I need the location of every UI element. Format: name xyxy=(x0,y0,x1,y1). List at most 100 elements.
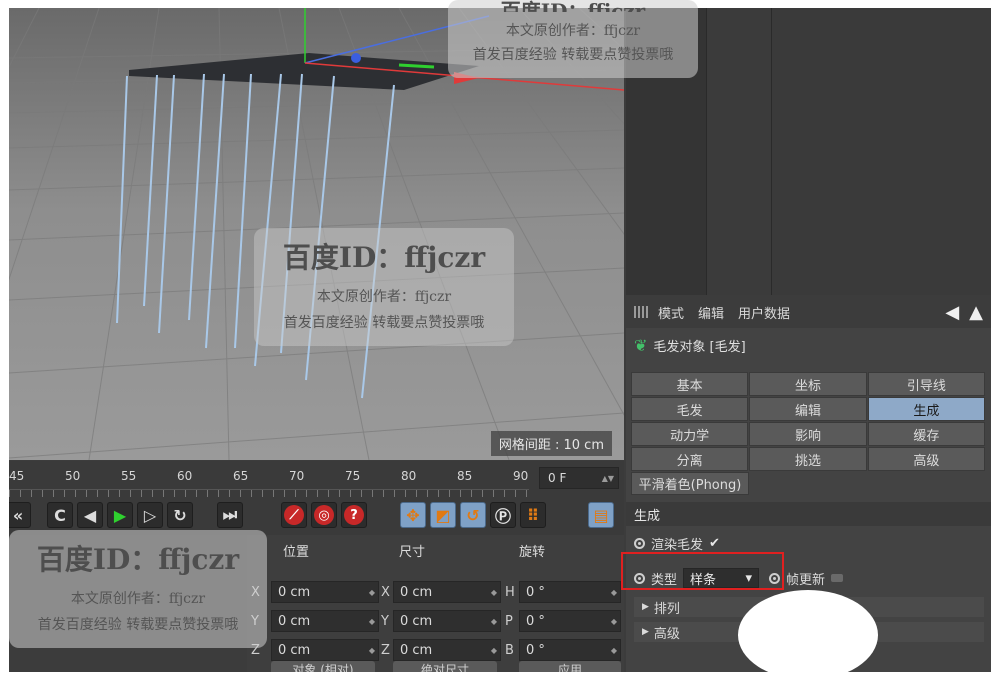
timeline-tick: 65 xyxy=(233,469,249,483)
scale-icon[interactable]: ◩ xyxy=(430,502,456,528)
object-title-text: 毛发对象 [毛发] xyxy=(653,340,746,355)
autokey-icon[interactable]: ◎ xyxy=(311,502,337,528)
field-value: 0 cm xyxy=(278,584,311,600)
film-strip-icon[interactable]: ▤ xyxy=(588,502,614,528)
rotation-header: 旋转 xyxy=(519,545,546,560)
timeline-tick: 80 xyxy=(401,469,417,483)
play-icon[interactable]: ▶ xyxy=(107,502,133,528)
next-key-icon[interactable]: ↻ xyxy=(167,502,193,528)
spinner-icon[interactable]: ◆ xyxy=(611,646,617,655)
tab-dynamics[interactable]: 动力学 xyxy=(631,422,749,446)
spinner-icon[interactable]: ◆ xyxy=(611,588,617,597)
point-level-icon[interactable]: ⠿ xyxy=(520,502,546,528)
timeline-tick: 50 xyxy=(65,469,81,483)
grip-icon[interactable] xyxy=(634,306,650,318)
tab-coord[interactable]: 坐标 xyxy=(749,372,867,396)
tab-hairs[interactable]: 毛发 xyxy=(631,397,749,421)
next-frame-icon[interactable]: ▷ xyxy=(137,502,163,528)
render-hair-radio[interactable] xyxy=(634,538,645,549)
tab-detach[interactable]: 分离 xyxy=(631,447,749,471)
watermark-title: 百度ID：ffjczr xyxy=(282,241,486,274)
highlight-box xyxy=(621,552,784,590)
parameter-icon[interactable]: Ⓟ xyxy=(490,502,516,528)
field-value: 0 ° xyxy=(526,642,545,658)
timeline-tick: 85 xyxy=(457,469,473,483)
position-header: 位置 xyxy=(283,545,310,560)
go-to-end-icon[interactable]: ⏭ xyxy=(217,502,243,528)
size-x-field[interactable]: 0 cm ◆ xyxy=(393,581,501,603)
spinner-icon[interactable]: ◆ xyxy=(491,588,497,597)
spinner-icon[interactable]: ◆ xyxy=(491,617,497,626)
watermark-bottom: 百度ID：ffjczr 本文原创作者：ffjczr 首发百度经验 转载要点赞投票… xyxy=(9,530,267,648)
move-icon[interactable]: ✥ xyxy=(400,502,426,528)
field-value: 0 ° xyxy=(526,584,545,600)
rotation-h-field[interactable]: 0 ° ◆ xyxy=(519,581,621,603)
go-to-start-icon[interactable]: « xyxy=(9,502,31,528)
axis-label: H xyxy=(505,585,515,600)
spinner-icon[interactable]: ◆ xyxy=(611,617,617,626)
frame-update-checkbox[interactable] xyxy=(831,574,844,582)
field-value: 0 cm xyxy=(400,613,433,629)
rotate-icon[interactable]: ↺ xyxy=(460,502,486,528)
subsection-advanced-label: 高级 xyxy=(653,626,680,642)
current-frame-field[interactable]: 0 F ▲▼ xyxy=(539,467,619,489)
expand-triangle-icon: ▶ xyxy=(642,627,649,637)
object-mode-select[interactable]: 对象 (相对) xyxy=(271,661,375,672)
position-x-field[interactable]: 0 cm ◆ xyxy=(271,581,379,603)
object-manager-tags[interactable] xyxy=(707,8,772,295)
tab-phong[interactable]: 平滑着色(Phong) xyxy=(631,472,749,495)
size-header: 尺寸 xyxy=(399,545,426,560)
timeline-tick: 90 xyxy=(513,469,529,483)
axis-label: Y xyxy=(381,614,389,629)
size-y-field[interactable]: 0 cm ◆ xyxy=(393,610,501,632)
render-hair-row: 渲染毛发 ✔ xyxy=(634,534,720,553)
up-arrow-icon[interactable]: ▲ xyxy=(969,302,983,323)
menu-edit[interactable]: 编辑 xyxy=(698,303,724,322)
menu-mode[interactable]: 模式 xyxy=(658,303,684,322)
previous-key-icon[interactable]: C xyxy=(47,502,73,528)
size-mode-select[interactable]: 绝对尺寸 xyxy=(393,661,497,672)
spinner-icon[interactable]: ▲▼ xyxy=(602,474,614,483)
position-z-field[interactable]: 0 cm ◆ xyxy=(271,639,379,661)
coordinates-manager: 位置 尺寸 旋转 X 0 cm◆ Y 0 cm◆ Z 0 cm◆ X 0 cm◆… xyxy=(247,535,624,672)
tab-generate[interactable]: 生成 xyxy=(867,397,985,421)
spinner-icon[interactable]: ◆ xyxy=(369,617,375,626)
current-frame-value: 0 F xyxy=(548,471,567,485)
position-y-field[interactable]: 0 cm ◆ xyxy=(271,610,379,632)
timeline-tick: 45 xyxy=(9,469,25,483)
tab-cache[interactable]: 缓存 xyxy=(867,422,985,446)
timeline-tick: 55 xyxy=(121,469,137,483)
back-arrow-icon[interactable]: ◀ xyxy=(945,302,959,323)
axis-label: P xyxy=(505,614,513,629)
tab-basic[interactable]: 基本 xyxy=(631,372,749,396)
spinner-icon[interactable]: ◆ xyxy=(369,588,375,597)
tab-editing[interactable]: 编辑 xyxy=(749,397,867,421)
timeline-tick: 75 xyxy=(345,469,361,483)
spinner-icon[interactable]: ◆ xyxy=(491,646,497,655)
apply-button[interactable]: 应用 xyxy=(519,661,621,672)
field-value: 0 cm xyxy=(400,584,433,600)
tab-guides[interactable]: 引导线 xyxy=(867,372,985,396)
keyframe-help-icon[interactable]: ? xyxy=(341,502,367,528)
attribute-tabs: 基本 坐标 引导线 毛发 编辑 生成 动力学 影响 缓存 分离 挑选 高级 xyxy=(631,372,986,472)
rotation-b-field[interactable]: 0 ° ◆ xyxy=(519,639,621,661)
size-z-field[interactable]: 0 cm ◆ xyxy=(393,639,501,661)
field-value: 0 ° xyxy=(526,613,545,629)
watermark-line2: 首发百度经验 转载要点赞投票哦 xyxy=(283,315,485,331)
spinner-icon[interactable]: ◆ xyxy=(369,646,375,655)
timeline[interactable]: 45 50 55 60 65 70 75 80 85 90 0 F ▲▼ xyxy=(9,461,624,498)
tab-select[interactable]: 挑选 xyxy=(749,447,867,471)
record-keys-icon[interactable]: ⟋ xyxy=(281,502,307,528)
rotation-p-field[interactable]: 0 ° ◆ xyxy=(519,610,621,632)
subsection-arrange-label: 排列 xyxy=(653,601,680,617)
tab-advanced[interactable]: 高级 xyxy=(867,447,985,471)
watermark-line1: 本文原创作者：ffjczr xyxy=(505,23,641,39)
render-hair-checkbox[interactable]: ✔ xyxy=(709,536,720,551)
tab-influence[interactable]: 影响 xyxy=(749,422,867,446)
frame-update-label: 帧更新 xyxy=(786,572,826,588)
watermark-top: 百度ID：ffjczr 本文原创作者：ffjczr 首发百度经验 转载要点赞投票… xyxy=(448,0,698,78)
previous-frame-icon[interactable]: ◀ xyxy=(77,502,103,528)
hair-object-icon: ❦ xyxy=(634,336,648,355)
menu-user-data[interactable]: 用户数据 xyxy=(738,303,790,322)
watermark-line1: 本文原创作者：ffjczr xyxy=(70,591,206,607)
